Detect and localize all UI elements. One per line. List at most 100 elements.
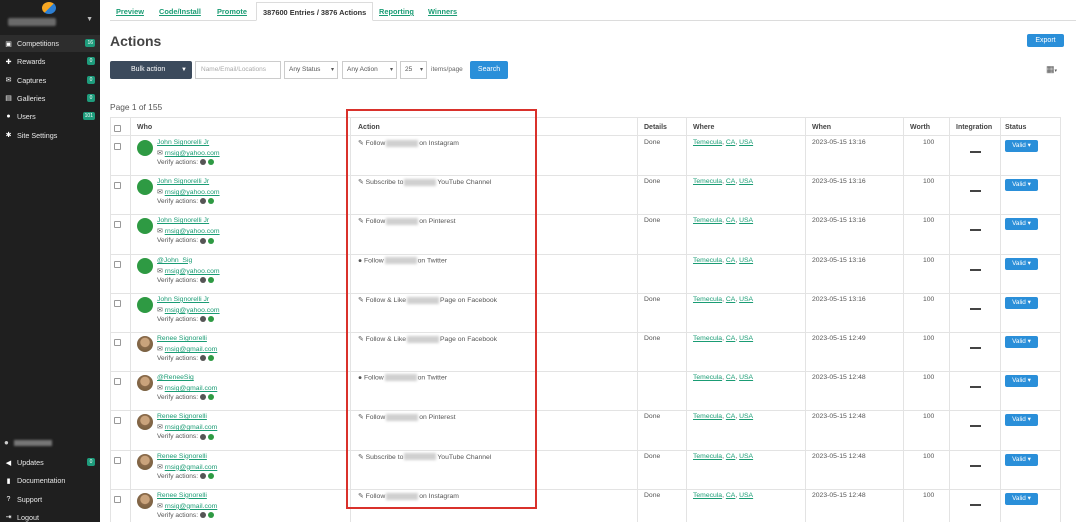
state-link[interactable]: CA (726, 413, 735, 420)
status-dropdown[interactable]: Valid ▾ (1005, 414, 1038, 427)
globe-icon[interactable] (208, 316, 215, 323)
user-email-link[interactable]: ✉ rnsig@yahoo.com (157, 306, 220, 314)
globe-icon[interactable] (208, 237, 215, 244)
user-email[interactable]: rnsig@yahoo.com (165, 150, 220, 157)
user-name-link[interactable]: Renee Signorelli (157, 453, 207, 460)
user-name-link[interactable]: Renee Signorelli (157, 413, 207, 420)
city-link[interactable]: Temecula (693, 296, 722, 303)
country-link[interactable]: USA (739, 139, 753, 146)
country-link[interactable]: USA (739, 335, 753, 342)
state-link[interactable]: CA (726, 335, 735, 342)
user-name-link[interactable]: @John_Sig (157, 257, 192, 264)
city-link[interactable]: Temecula (693, 257, 722, 264)
state-link[interactable]: CA (726, 374, 735, 381)
action-select[interactable]: Any Action ▾ (342, 61, 397, 79)
status-dropdown[interactable]: Valid ▾ (1005, 257, 1038, 270)
status-dropdown[interactable]: Valid ▾ (1005, 492, 1038, 505)
user-icon[interactable] (200, 237, 207, 244)
user-email-link[interactable]: ✉ rnsig@yahoo.com (157, 188, 220, 196)
globe-icon[interactable] (208, 472, 215, 479)
row-checkbox[interactable] (114, 182, 121, 190)
sidebar-item-captures[interactable]: ✉ Captures 0 (0, 72, 100, 89)
country-link[interactable]: USA (739, 178, 753, 185)
tab-preview[interactable]: Preview (110, 2, 150, 21)
account-switcher[interactable]: ▼ (5, 16, 95, 28)
state-link[interactable]: CA (726, 178, 735, 185)
city-link[interactable]: Temecula (693, 492, 722, 499)
country-link[interactable]: USA (739, 217, 753, 224)
user-email[interactable]: rnsig@gmail.com (165, 385, 218, 392)
row-checkbox[interactable] (114, 143, 121, 150)
user-email-link[interactable]: ✉ rnsig@gmail.com (157, 384, 217, 392)
bulk-action-button[interactable]: Bulk action ▼ (110, 61, 192, 79)
per-page-select[interactable]: 25 ▾ (400, 61, 427, 79)
row-checkbox[interactable] (114, 378, 121, 386)
country-link[interactable]: USA (739, 374, 753, 381)
sidebar-item-logout[interactable]: ⇥ Logout (0, 509, 100, 526)
column-header-when[interactable]: When (812, 124, 831, 131)
city-link[interactable]: Temecula (693, 139, 722, 146)
search-button[interactable]: Search (470, 61, 508, 79)
row-checkbox[interactable] (114, 260, 121, 268)
sidebar-item-rewards[interactable]: ✚ Rewards 0 (0, 53, 100, 70)
globe-icon[interactable] (208, 355, 215, 362)
sidebar-item-updates[interactable]: ◀ Updates 0 (0, 454, 100, 471)
current-user[interactable]: ● (4, 438, 94, 448)
user-icon[interactable] (200, 159, 207, 166)
user-name-link[interactable]: John Signorelli Jr (157, 217, 209, 224)
row-checkbox[interactable] (114, 495, 121, 503)
country-link[interactable]: USA (739, 413, 753, 420)
search-input[interactable]: Name/Email/Locations (195, 61, 281, 79)
column-header-who[interactable]: Who (137, 124, 152, 131)
sidebar-item-site-settings[interactable]: ✱ Site Settings (0, 127, 100, 144)
city-link[interactable]: Temecula (693, 178, 722, 185)
status-dropdown[interactable]: Valid ▾ (1005, 453, 1038, 466)
status-dropdown[interactable]: Valid ▾ (1005, 218, 1038, 231)
state-link[interactable]: CA (726, 217, 735, 224)
user-icon[interactable] (200, 472, 207, 479)
user-email[interactable]: rnsig@yahoo.com (165, 189, 220, 196)
user-icon[interactable] (200, 355, 207, 362)
export-button[interactable]: Export (1027, 34, 1064, 47)
tab-winners[interactable]: Winners (422, 2, 463, 21)
globe-icon[interactable] (208, 394, 215, 401)
state-link[interactable]: CA (726, 453, 735, 460)
country-link[interactable]: USA (739, 296, 753, 303)
status-dropdown[interactable]: Valid ▾ (1005, 179, 1038, 192)
user-email[interactable]: rnsig@gmail.com (165, 464, 218, 471)
tab-entries-actions[interactable]: 387600 Entries / 3876 Actions (256, 2, 374, 21)
row-checkbox[interactable] (114, 221, 121, 229)
user-icon[interactable] (200, 512, 207, 519)
user-name-link[interactable]: Renee Signorelli (157, 492, 207, 499)
select-all-checkbox[interactable] (114, 125, 121, 132)
user-name-link[interactable]: John Signorelli Jr (157, 296, 209, 303)
city-link[interactable]: Temecula (693, 453, 722, 460)
globe-icon[interactable] (208, 159, 215, 166)
user-icon[interactable] (200, 198, 207, 205)
tab-promote[interactable]: Promote (211, 2, 253, 21)
user-email-link[interactable]: ✉ rnsig@gmail.com (157, 463, 217, 471)
user-name-link[interactable]: Renee Signorelli (157, 335, 207, 342)
state-link[interactable]: CA (726, 296, 735, 303)
sidebar-item-support[interactable]: ? Support (0, 491, 100, 508)
sidebar-item-users[interactable]: ● Users 101 (0, 108, 100, 125)
user-email-link[interactable]: ✉ rnsig@gmail.com (157, 423, 217, 431)
user-name-link[interactable]: @ReneeSig (157, 374, 194, 381)
globe-icon[interactable] (208, 433, 215, 440)
row-checkbox[interactable] (114, 417, 121, 425)
city-link[interactable]: Temecula (693, 217, 722, 224)
user-email[interactable]: rnsig@gmail.com (165, 503, 218, 510)
sidebar-item-galleries[interactable]: ▤ Galleries 0 (0, 90, 100, 107)
user-email-link[interactable]: ✉ rnsig@yahoo.com (157, 227, 220, 235)
globe-icon[interactable] (208, 276, 215, 283)
user-email-link[interactable]: ✉ rnsig@yahoo.com (157, 267, 220, 275)
city-link[interactable]: Temecula (693, 335, 722, 342)
status-dropdown[interactable]: Valid ▾ (1005, 296, 1038, 309)
column-header-where[interactable]: Where (693, 124, 714, 131)
user-email-link[interactable]: ✉ rnsig@gmail.com (157, 502, 217, 510)
status-select[interactable]: Any Status ▾ (284, 61, 338, 79)
row-checkbox[interactable] (114, 299, 121, 307)
user-email[interactable]: rnsig@gmail.com (165, 346, 218, 353)
column-header-status[interactable]: Status (1005, 124, 1026, 131)
state-link[interactable]: CA (726, 492, 735, 499)
